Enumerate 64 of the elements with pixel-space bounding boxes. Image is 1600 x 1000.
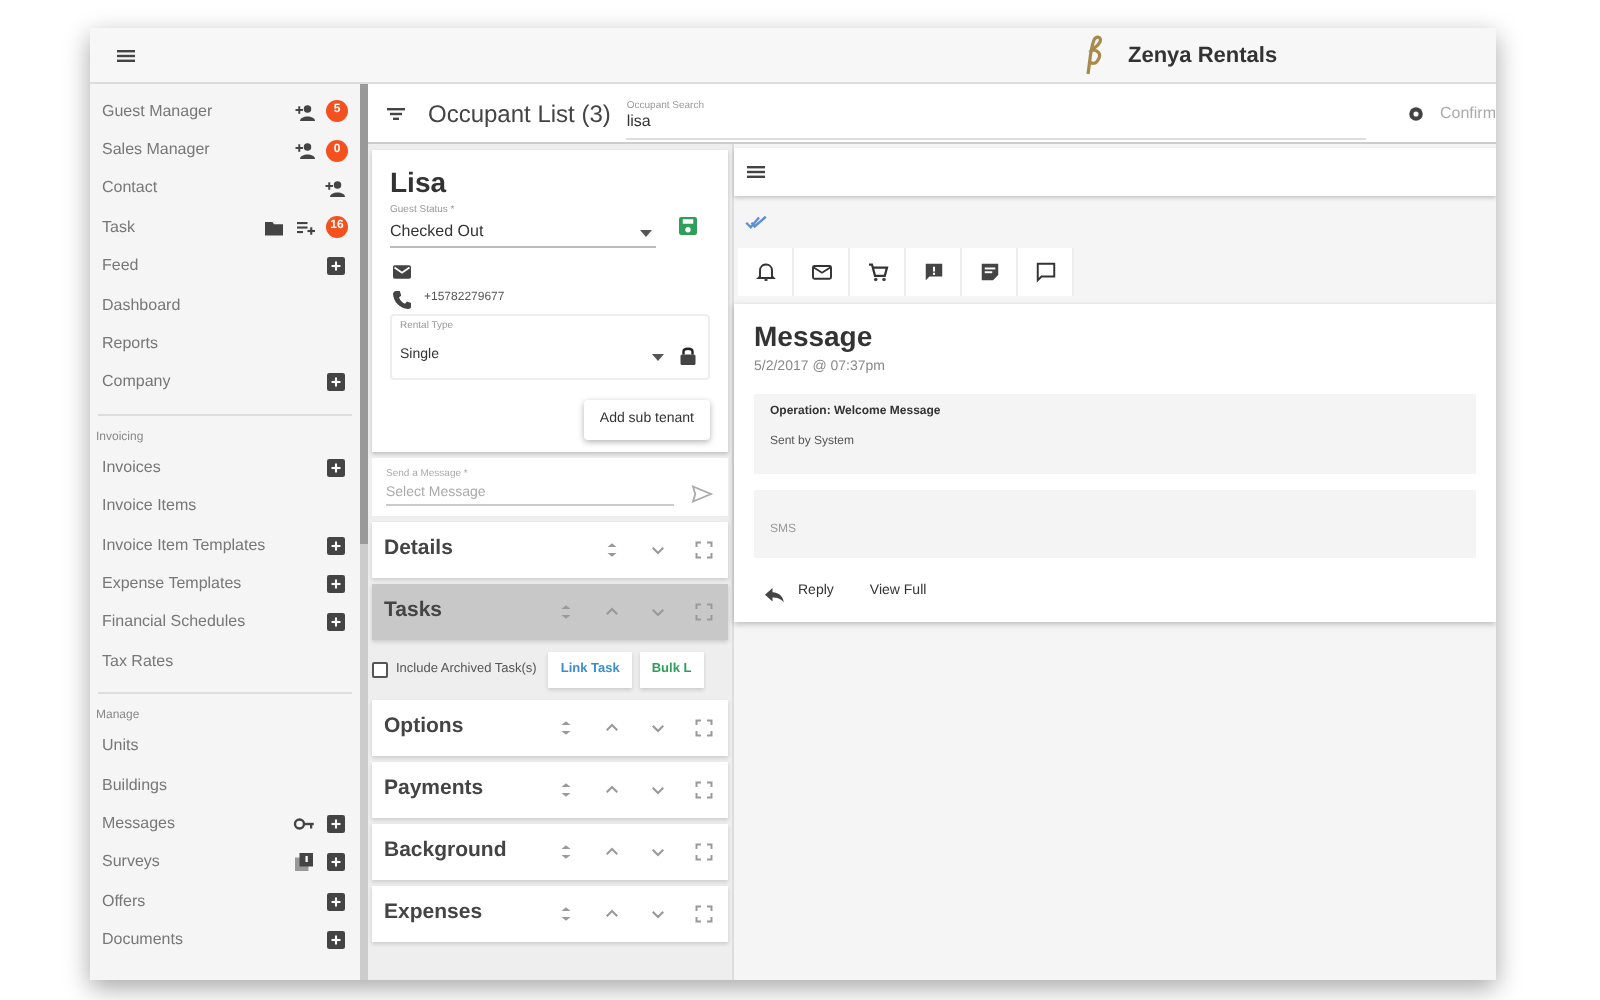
chat-icon [1033,260,1057,284]
phone-icon [390,287,414,311]
cart-icon [865,260,889,284]
sidebar-item[interactable]: Reports [90,324,360,364]
sidebar-item[interactable]: Expense Templates [90,564,360,604]
note-icon [977,260,1001,284]
panel-header[interactable]: Background [372,824,728,880]
field-value: lisa [626,111,653,131]
sidebar-item[interactable]: Surveys [90,843,360,883]
fullscreen-icon [692,902,716,926]
fullscreen-icon [692,778,716,802]
dropdown-arrow-icon [652,353,664,361]
feedback-icon [921,260,945,284]
sidebar-item[interactable]: Dashboard [90,285,360,325]
lock-icon [676,343,700,367]
fullscreen-icon [692,600,716,624]
sidebar-item[interactable]: Financial Schedules [90,603,360,643]
email-icon [390,259,414,283]
person-add-icon [324,176,348,201]
message-title: Message [754,318,875,356]
confirm-button[interactable]: Confirm [1439,101,1496,125]
sidebar-item[interactable]: Company [90,363,360,403]
fullscreen-icon [692,538,716,562]
sidebar-item[interactable]: Buildings [90,765,360,805]
panel-header[interactable]: Details [372,522,728,578]
panel-header[interactable]: Expenses [372,886,728,942]
sidebar-item[interactable]: Messages [90,804,360,844]
sidebar-item[interactable]: Invoice Items [90,487,360,526]
copy-icon [292,850,316,875]
sidebar-item[interactable]: Documents [90,920,360,960]
scrollbar[interactable] [360,84,368,980]
person-add-icon [294,99,318,124]
occupant-name: Lisa [390,164,449,202]
list-title: Occupant List (3) [428,97,611,131]
panel-header[interactable]: Payments [372,762,728,818]
toolbar-tab[interactable] [906,248,962,296]
sidebar-item[interactable]: Units [90,726,360,766]
fullscreen-icon [692,840,716,864]
toolbar-tab[interactable] [850,248,906,296]
send-icon [690,482,714,506]
logo-icon [1080,34,1108,78]
toolbar-tab[interactable] [962,248,1018,296]
sidebar-item[interactable]: Invoice Item Templates [90,525,360,565]
toolbar-tab[interactable] [738,248,794,296]
sidebar-item[interactable]: Offers [90,882,360,921]
panel-header[interactable]: Options [372,700,728,756]
settings-icon [1403,101,1428,125]
toolbar-tab[interactable] [794,248,850,296]
mail-icon [809,260,833,284]
person-add-icon [294,138,318,163]
toolbar-tab[interactable] [1018,248,1074,296]
checkbox[interactable] [372,662,388,678]
menu-icon [744,160,768,184]
fullscreen-icon [692,716,716,740]
sidebar-item[interactable]: Feed [90,247,360,286]
bell-icon [753,260,777,284]
sidebar-item[interactable]: Tax Rates [90,642,360,681]
sidebar-item[interactable]: Invoices [90,448,360,488]
dropdown-arrow-icon [640,229,652,237]
double-check-icon [744,210,768,234]
save-icon [676,213,700,238]
brand-name: Zenya Rentals [1128,41,1278,72]
sidebar-item[interactable]: Contact [90,169,360,209]
panel-header[interactable]: Tasks [372,584,728,640]
